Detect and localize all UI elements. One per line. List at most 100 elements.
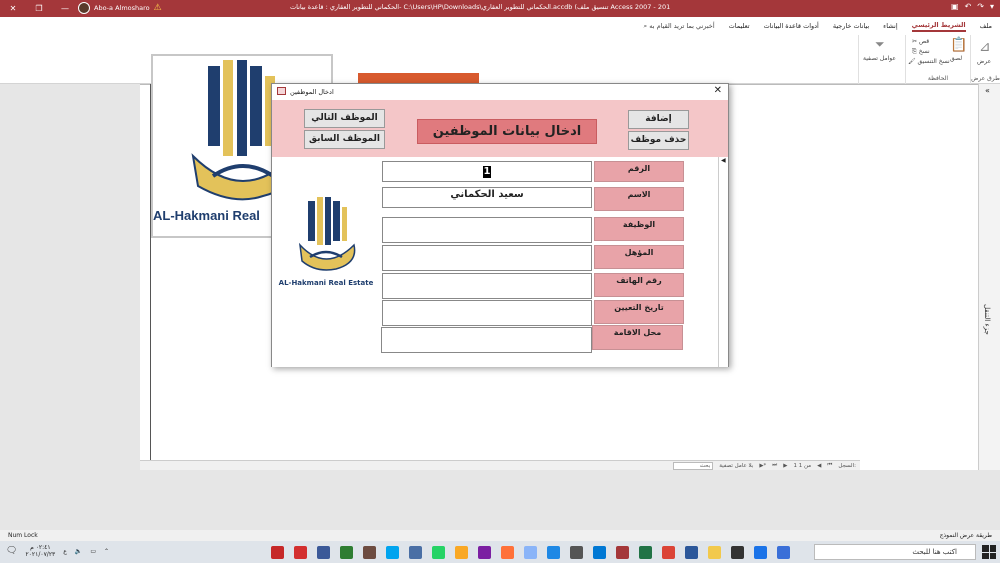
start-button[interactable]: [982, 545, 996, 559]
copy-button[interactable]: ⎘ نسخ: [912, 48, 930, 56]
warning-icon[interactable]: ⚠: [154, 3, 162, 13]
form-header-title: ادخال بيانات الموظفين: [417, 119, 597, 144]
app-icon[interactable]: [340, 545, 353, 559]
name-field[interactable]: سعيد الحكماني: [382, 187, 592, 208]
chrome-icon[interactable]: [662, 545, 675, 559]
record-position[interactable]: 1 من 1: [793, 463, 811, 469]
app-icon[interactable]: [271, 545, 284, 559]
excel-icon[interactable]: [639, 545, 652, 559]
network-icon[interactable]: ▭: [90, 548, 96, 555]
app-icon[interactable]: [363, 545, 376, 559]
title-bar: ✕ ❐ — Abo-a Almosharo ⚠ الحكماني للتطوير…: [0, 0, 1000, 17]
qualification-field[interactable]: [382, 245, 592, 271]
filter-icon[interactable]: ⏷: [875, 37, 885, 52]
photos-icon[interactable]: [524, 545, 537, 559]
scroll-arrow-icon[interactable]: ◀: [721, 157, 726, 164]
notifications-icon[interactable]: 🗨: [6, 546, 17, 556]
cut-button[interactable]: ✂ قص: [912, 38, 929, 45]
add-employee-button[interactable]: إضافة موظف: [628, 110, 689, 141]
delete-employee-button[interactable]: حذف موظف: [628, 131, 689, 150]
next-employee-button[interactable]: الموظف التالي: [304, 109, 385, 128]
status-bar: Num Lock طريقة عرض النموذج: [0, 530, 1000, 541]
ribbon-tabs: ملف الشريط الرئيسي إنشاء بيانات خارجية أ…: [0, 17, 1000, 35]
ribbon: ⊿ عرض طرق عرض 📋 لصق ✂ قص ⎘ نسخ 🖌 نسخ الت…: [0, 35, 1000, 84]
previous-employee-button[interactable]: الموظف السابق: [304, 130, 385, 149]
access-icon[interactable]: [616, 545, 629, 559]
close-window-button[interactable]: ✕: [0, 0, 26, 17]
quick-access-toolbar: ▣ ↶ ↷ ▾: [951, 2, 994, 11]
hidden-icons-icon[interactable]: ⌃: [104, 548, 109, 555]
user-account[interactable]: Abo-a Almosharo ⚠: [78, 2, 162, 14]
tab-external-data[interactable]: بيانات خارجية: [833, 22, 869, 30]
firefox-icon[interactable]: [501, 545, 514, 559]
app-icon[interactable]: [409, 545, 422, 559]
record-label: السجل:: [838, 462, 856, 469]
report-orange-element[interactable]: [358, 73, 479, 83]
record-navigation-bar: السجل: ⏮ ◀ 1 من 1 ▶ ⏭ ▶* بلا عامل تصفية …: [140, 460, 860, 470]
edge-icon[interactable]: [754, 545, 767, 559]
undo-icon[interactable]: ↶: [965, 2, 972, 11]
next-record-icon[interactable]: ▶: [783, 463, 787, 469]
restore-window-button[interactable]: ❐: [26, 0, 52, 17]
new-record-icon[interactable]: ▶*: [759, 463, 766, 469]
clock-time: ٠٢:٤١ م: [30, 544, 51, 551]
view-icon[interactable]: ⊿: [979, 39, 991, 55]
tab-help[interactable]: تعليمات: [729, 22, 750, 30]
filter-button[interactable]: عوامل تصفية: [863, 55, 896, 62]
paste-button[interactable]: لصق: [950, 55, 962, 62]
file-explorer-icon[interactable]: [708, 545, 721, 559]
minimize-window-button[interactable]: —: [52, 0, 78, 17]
avatar: [78, 2, 90, 14]
view-button[interactable]: عرض: [977, 58, 991, 65]
app-icon[interactable]: [455, 545, 468, 559]
number-field[interactable]: 1: [382, 161, 592, 182]
form-detail: 1 الرقم سعيد الحكماني الاسم الوظيفة المؤ…: [272, 157, 718, 367]
store-icon[interactable]: [731, 545, 744, 559]
navigation-pane-collapsed[interactable]: « جزء التنقل: [978, 84, 1000, 470]
redo-icon[interactable]: ↷: [977, 2, 984, 11]
volume-icon[interactable]: 🔈: [75, 548, 82, 555]
last-record-icon[interactable]: ⏭: [772, 462, 777, 469]
hire-date-field[interactable]: [382, 300, 592, 326]
job-field[interactable]: [382, 217, 592, 243]
app-icon[interactable]: [478, 545, 491, 559]
tab-file[interactable]: ملف: [980, 22, 992, 30]
customize-icon[interactable]: ▾: [990, 2, 994, 11]
clipboard-group-label: الحافظة: [927, 75, 949, 82]
prev-record-icon[interactable]: ◀: [817, 463, 821, 469]
whatsapp-icon[interactable]: [432, 545, 445, 559]
app-icon[interactable]: [386, 545, 399, 559]
task-view-icon[interactable]: [777, 545, 790, 559]
first-record-icon[interactable]: ⏮: [827, 462, 832, 469]
format-painter-button[interactable]: 🖌 نسخ التنسيق: [908, 58, 950, 65]
qualification-label: المؤهل: [594, 245, 684, 269]
close-icon[interactable]: ✕: [714, 85, 722, 96]
pdf-icon[interactable]: [294, 545, 307, 559]
word-icon[interactable]: [685, 545, 698, 559]
dialog-title: ادخال الموظفين: [290, 88, 334, 96]
dialog-title-bar: ادخال الموظفين ✕: [272, 84, 728, 100]
form-scrollbar[interactable]: ◀: [718, 157, 728, 367]
outlook-icon[interactable]: [593, 545, 606, 559]
mail-icon[interactable]: [547, 545, 560, 559]
filter-status[interactable]: بلا عامل تصفية: [719, 463, 753, 469]
app-icon[interactable]: [570, 545, 583, 559]
residence-field[interactable]: [381, 327, 592, 353]
clock[interactable]: ٠٢:٤١ م ٢٠٢١/٠٧/٢٣: [25, 544, 55, 558]
app-icon[interactable]: [317, 545, 330, 559]
num-lock-indicator: Num Lock: [8, 532, 38, 539]
language-indicator[interactable]: ع: [63, 548, 67, 555]
tab-create[interactable]: إنشاء: [883, 22, 897, 30]
window-title: الحكماني للتطوير العقاري : قاعدة بيانات-…: [290, 3, 670, 11]
tell-me-search[interactable]: ⌕ أخبرني بما تريد القيام به: [644, 22, 715, 31]
tab-database-tools[interactable]: أدوات قاعدة البيانات: [764, 22, 819, 30]
phone-field[interactable]: [382, 273, 592, 299]
navigation-pane-label: جزء التنقل: [983, 304, 991, 335]
record-search-input[interactable]: بحث: [673, 461, 714, 470]
paste-icon[interactable]: 📋: [950, 37, 967, 53]
expand-icon[interactable]: «: [985, 86, 990, 95]
save-icon[interactable]: ▣: [951, 2, 959, 11]
phone-label: رقم الهاتف: [594, 273, 684, 297]
tab-home[interactable]: الشريط الرئيسي: [911, 21, 966, 32]
taskbar-search-input[interactable]: اكتب هنا للبحث: [814, 544, 976, 560]
